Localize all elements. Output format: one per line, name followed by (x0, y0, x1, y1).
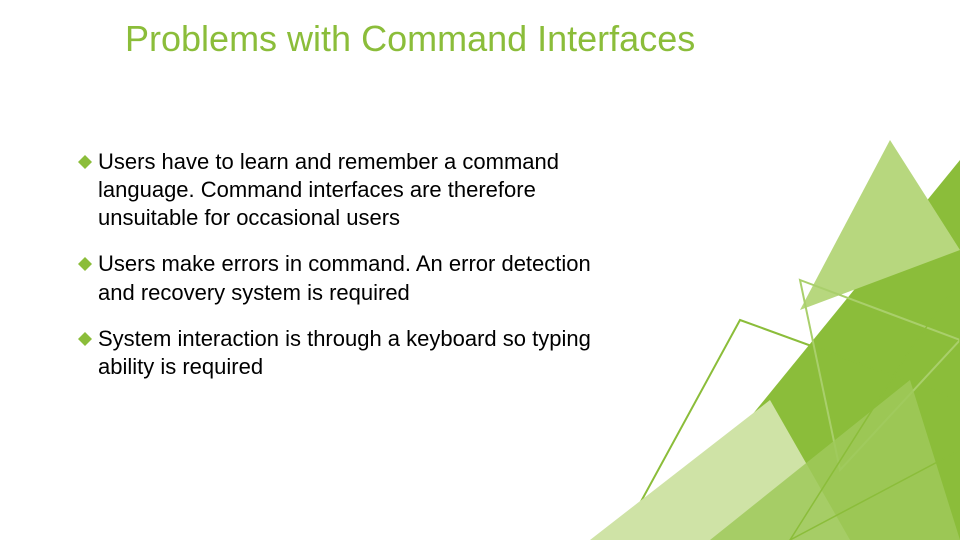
slide: Problems with Command Interfaces Users h… (0, 0, 960, 540)
diamond-icon (78, 257, 92, 271)
slide-title: Problems with Command Interfaces (125, 18, 695, 60)
bullet-text: Users have to learn and remember a comma… (98, 148, 618, 232)
diamond-icon (78, 332, 92, 346)
decorative-triangles (590, 140, 960, 540)
bullet-text: System interaction is through a keyboard… (98, 325, 618, 381)
slide-body: Users have to learn and remember a comma… (78, 148, 618, 399)
diamond-icon (78, 155, 92, 169)
bullet-item: System interaction is through a keyboard… (78, 325, 618, 381)
bullet-item: Users make errors in command. An error d… (78, 250, 618, 306)
bullet-item: Users have to learn and remember a comma… (78, 148, 618, 232)
bullet-text: Users make errors in command. An error d… (98, 250, 618, 306)
